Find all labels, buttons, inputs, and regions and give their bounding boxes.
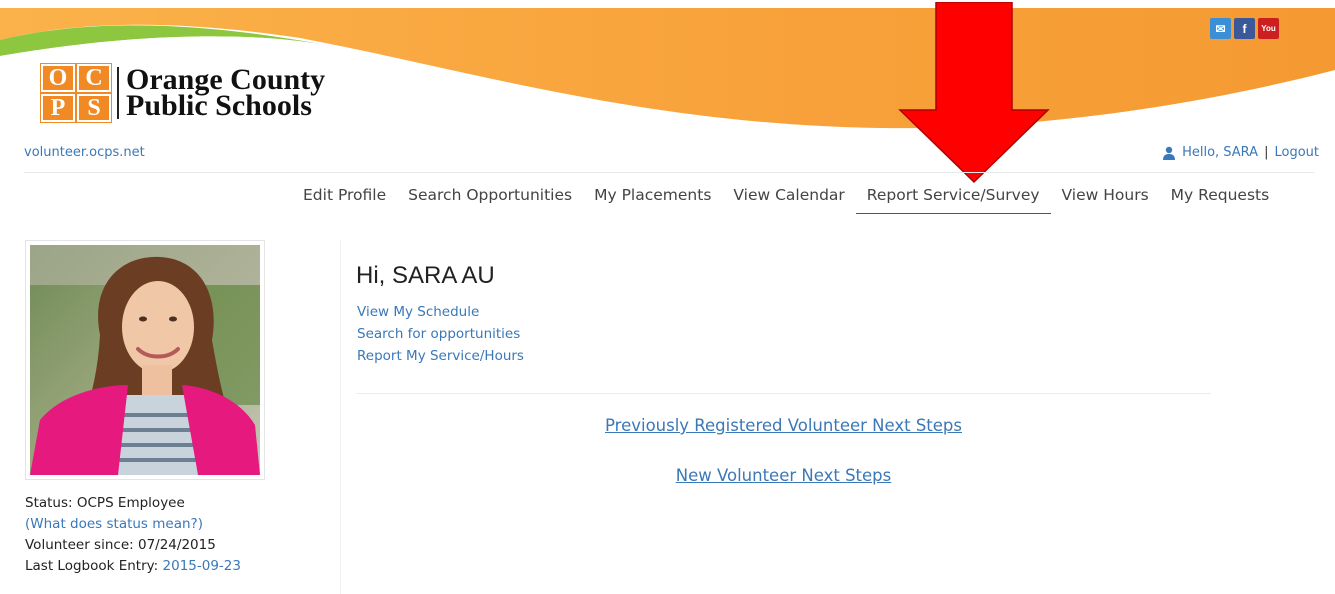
nav-search-opportunities[interactable]: Search Opportunities — [397, 183, 583, 213]
nav-report-service-survey[interactable]: Report Service/Survey — [855, 183, 1051, 214]
status-label: Status: — [25, 495, 73, 511]
new-steps-row: New Volunteer Next Steps — [356, 466, 1211, 485]
user-bar: Hello, SARA | Logout — [1162, 145, 1319, 160]
profile-photo-frame — [25, 240, 265, 480]
profile-photo — [30, 245, 260, 475]
status-value: OCPS Employee — [76, 495, 185, 511]
report-service-link[interactable]: Report My Service/Hours — [357, 345, 524, 367]
nav-my-requests[interactable]: My Requests — [1160, 183, 1281, 213]
logbook-line: Last Logbook Entry: 2015-09-23 — [25, 556, 241, 577]
separator: | — [1264, 145, 1269, 160]
site-url-link[interactable]: volunteer.ocps.net — [24, 145, 145, 160]
ocps-logo[interactable]: O C P S Orange County Public Schools — [40, 63, 325, 123]
logo-mark: O C P S — [40, 63, 112, 123]
youtube-icon[interactable]: You — [1258, 18, 1279, 39]
nav-my-placements[interactable]: My Placements — [583, 183, 722, 213]
logo-letter: O — [40, 63, 76, 93]
nav-view-hours[interactable]: View Hours — [1051, 183, 1160, 213]
logbook-label: Last Logbook Entry: — [25, 558, 159, 574]
user-icon — [1163, 146, 1176, 160]
logo-wordmark: Orange County Public Schools — [117, 65, 325, 122]
header-divider — [24, 172, 1314, 173]
nav-edit-profile[interactable]: Edit Profile — [292, 183, 397, 213]
email-icon[interactable]: ✉ — [1210, 18, 1231, 39]
logo-letter: C — [76, 63, 112, 93]
status-line: Status: OCPS Employee — [25, 493, 241, 514]
previous-steps-row: Previously Registered Volunteer Next Ste… — [356, 416, 1211, 435]
new-volunteer-steps-link[interactable]: New Volunteer Next Steps — [676, 466, 891, 485]
content-divider — [356, 393, 1211, 394]
status-help-link[interactable]: (What does status mean?) — [25, 514, 241, 535]
column-divider — [340, 240, 341, 594]
logo-letter: S — [76, 93, 112, 123]
facebook-icon[interactable]: f — [1234, 18, 1255, 39]
page: ✉ f You O C P S Orange County Public Sch… — [0, 0, 1335, 594]
social-links: ✉ f You — [1210, 18, 1279, 39]
logbook-date-link[interactable]: 2015-09-23 — [163, 558, 241, 574]
search-opportunities-link[interactable]: Search for opportunities — [357, 323, 524, 345]
logo-letter: P — [40, 93, 76, 123]
page-greeting: Hi, SARA AU — [356, 262, 495, 289]
main-nav: Edit Profile Search Opportunities My Pla… — [292, 183, 1280, 214]
volunteer-since-line: Volunteer since: 07/24/2015 — [25, 535, 241, 556]
nav-view-calendar[interactable]: View Calendar — [722, 183, 855, 213]
red-arrow-annotation — [898, 2, 1050, 184]
previous-volunteer-steps-link[interactable]: Previously Registered Volunteer Next Ste… — [605, 416, 962, 435]
since-label: Volunteer since: — [25, 537, 134, 553]
profile-status: Status: OCPS Employee (What does status … — [25, 493, 241, 577]
hello-user-link[interactable]: Hello, SARA — [1182, 145, 1258, 160]
since-value: 07/24/2015 — [137, 537, 216, 553]
logo-line-2: Public Schools — [126, 89, 312, 122]
logout-link[interactable]: Logout — [1274, 145, 1319, 160]
view-schedule-link[interactable]: View My Schedule — [357, 301, 524, 323]
quick-links: View My Schedule Search for opportunitie… — [357, 301, 524, 367]
